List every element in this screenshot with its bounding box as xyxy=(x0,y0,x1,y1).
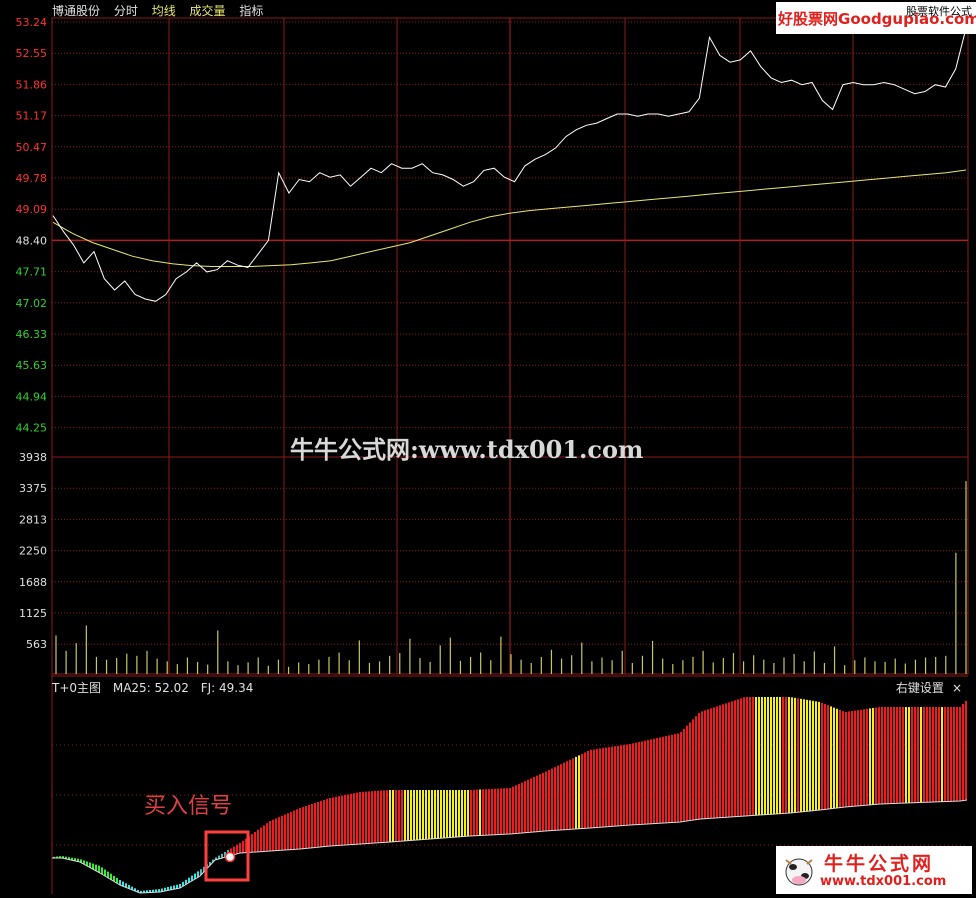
price-tick-label: 49.78 xyxy=(16,172,48,185)
price-tick-label: 48.40 xyxy=(16,234,48,247)
indicator-settings[interactable]: 右键设置 × xyxy=(896,679,962,696)
ma25-value: MA25: 52.02 xyxy=(112,681,189,695)
goodgupiao-logo: 好股票网Goodgupiao.com 股票软件公式 xyxy=(776,2,976,34)
price-tick-label: 50.47 xyxy=(16,141,48,154)
menu-intraday[interactable]: 分时 xyxy=(114,4,138,18)
cow-icon xyxy=(785,858,813,886)
chart-header: 博通股份 分时 均线 成交量 指标 xyxy=(52,2,273,19)
price-tick-label: 45.63 xyxy=(16,359,48,372)
price-tick-label: 51.17 xyxy=(16,110,48,123)
price-tick-label: 49.09 xyxy=(16,203,48,216)
logo-url: www.tdx001.com xyxy=(820,874,947,889)
volume-tick-label: 3938 xyxy=(19,451,47,464)
buy-signal-label: 买入信号 xyxy=(144,794,233,819)
logo-name: 牛牛公式网 xyxy=(824,853,935,875)
indicator-name: T+0主图 xyxy=(52,681,102,695)
price-tick-label: 44.25 xyxy=(16,422,48,435)
price-tick-label: 52.55 xyxy=(16,47,48,60)
price-tick-label: 44.94 xyxy=(16,390,48,403)
logo-tag: 股票软件公式 xyxy=(906,5,972,18)
menu-indicator[interactable]: 指标 xyxy=(239,4,263,18)
volume-tick-label: 1125 xyxy=(19,607,47,620)
price-tick-label: 47.02 xyxy=(16,297,48,310)
stock-name: 博通股份 xyxy=(52,4,101,18)
price-tick-label: 46.33 xyxy=(16,328,48,341)
indicator-title-bar: T+0主图 MA25: 52.02 FJ: 49.34 xyxy=(52,679,261,696)
menu-volume[interactable]: 成交量 xyxy=(190,4,226,18)
price-tick-label: 53.24 xyxy=(16,16,48,29)
volume-tick-label: 563 xyxy=(26,638,47,651)
price-tick-label: 47.71 xyxy=(16,266,48,279)
volume-tick-label: 1688 xyxy=(19,576,47,589)
watermark: 牛牛公式网:www.tdx001.com xyxy=(290,435,644,464)
menu-average[interactable]: 均线 xyxy=(152,4,176,18)
tdx001-logo: 牛牛公式网 www.tdx001.com xyxy=(776,846,972,894)
fj-value: FJ: 49.34 xyxy=(200,681,254,695)
volume-tick-label: 2813 xyxy=(19,513,47,526)
price-tick-label: 51.86 xyxy=(16,78,48,91)
close-icon[interactable]: × xyxy=(952,681,962,695)
volume-tick-label: 2250 xyxy=(19,545,47,558)
settings-label[interactable]: 右键设置 xyxy=(896,681,944,695)
buy-signal-marker xyxy=(224,851,236,863)
volume-tick-label: 3375 xyxy=(19,482,47,495)
